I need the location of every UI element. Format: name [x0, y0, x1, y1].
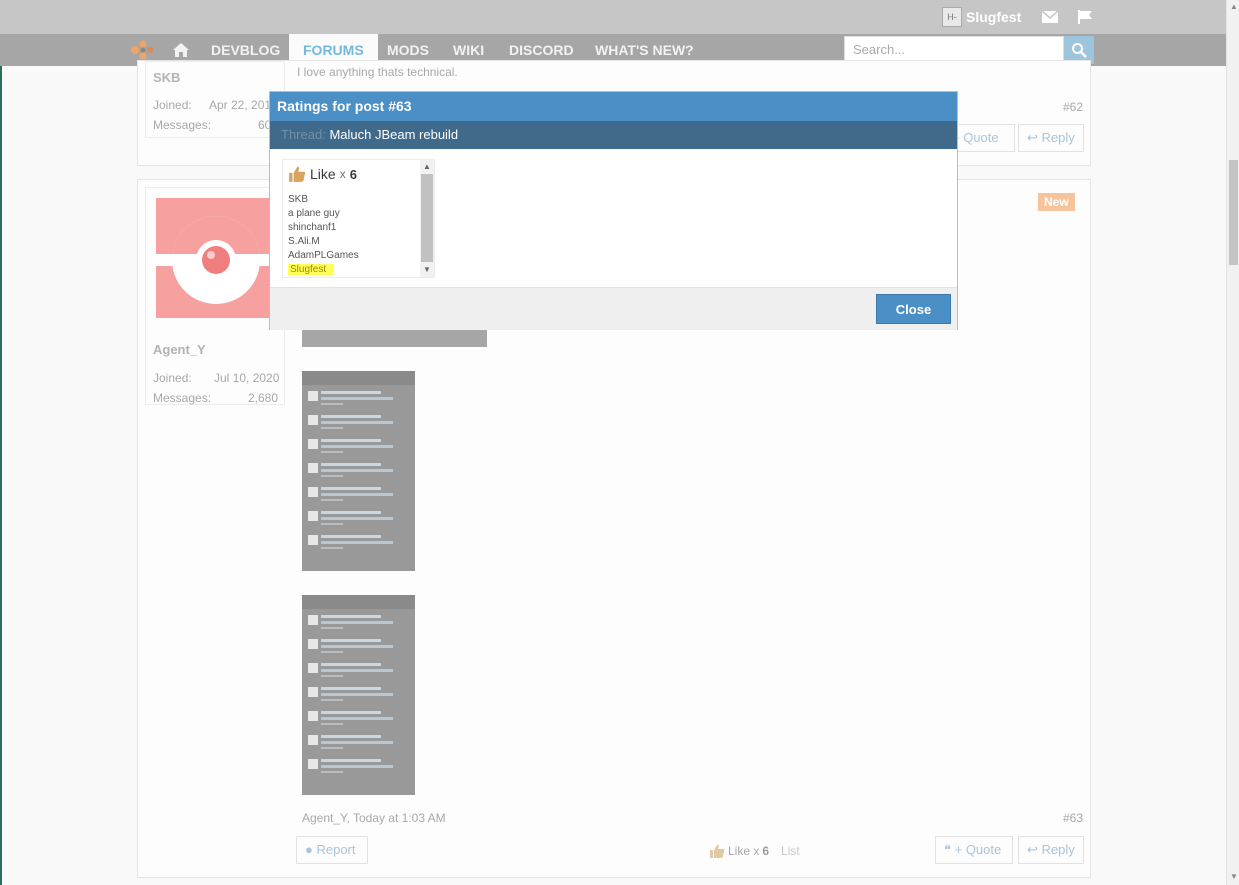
window-edge	[0, 0, 2, 885]
attached-screenshot-2[interactable]	[302, 595, 415, 795]
likes-users: SKB a plane guy shinchanf1 S.Ali.M AdamP…	[288, 193, 359, 277]
messages-label: Messages:	[153, 118, 212, 132]
post-62-number[interactable]: #62	[1063, 100, 1083, 114]
rating-count: 6	[349, 166, 357, 182]
site-logo-icon[interactable]	[130, 40, 154, 60]
reply-label: Reply	[1041, 842, 1075, 857]
user-avatar-pokeball-icon[interactable]	[156, 198, 276, 318]
page-scrollbar[interactable]: ▲ ▼	[1226, 0, 1239, 885]
post-63-number[interactable]: #63	[1063, 811, 1083, 825]
modal-title: Ratings for post #63	[270, 92, 957, 121]
post-62-reply-button[interactable]: ↩ Reply	[1018, 124, 1084, 152]
modal-footer: Close	[270, 287, 957, 330]
user-menu[interactable]: H- Slugfest	[942, 7, 1021, 27]
post-62-userinfo: SKB Joined: Apr 22, 201 Messages: 60	[145, 61, 285, 138]
like-user[interactable]: AdamPLGames	[288, 249, 359, 263]
username: Slugfest	[966, 9, 1022, 25]
user-avatar: H-	[942, 7, 962, 27]
scroll-up-arrow-icon[interactable]: ▲	[1230, 2, 1238, 11]
joined-value: Jul 10, 2020	[214, 371, 280, 385]
rating-x: x	[339, 167, 346, 181]
like-summary[interactable]: Like x 6 List	[709, 844, 800, 858]
post-63-quote-button[interactable]: ❝ + Quote	[935, 836, 1013, 864]
messages-value: 2,680	[248, 391, 279, 405]
like-user-name: Slugfest	[288, 264, 335, 275]
close-button[interactable]: Close	[876, 294, 951, 324]
quote-icon: ❝	[944, 842, 955, 857]
like-label: Like x	[728, 844, 760, 858]
like-user-highlighted[interactable]: Slugfest	[288, 263, 359, 277]
likes-scrollbar[interactable]: ▲ ▼	[420, 160, 434, 277]
rating-name: Like	[310, 166, 336, 182]
likes-scroll-thumb[interactable]	[421, 174, 433, 262]
like-user[interactable]: S.Ali.M	[288, 235, 359, 249]
top-bar: H- Slugfest	[0, 0, 1226, 34]
home-icon[interactable]	[173, 43, 189, 57]
ratings-modal: Ratings for post #63 Thread: Maluch JBea…	[269, 91, 958, 330]
scroll-down-arrow-icon[interactable]: ▼	[423, 265, 431, 274]
modal-thread-bar: Thread: Maluch JBeam rebuild	[270, 121, 957, 149]
joined-label: Joined:	[153, 371, 192, 385]
reply-label: Reply	[1041, 130, 1075, 145]
page-scroll-thumb[interactable]	[1229, 160, 1238, 265]
like-list-link[interactable]: List	[781, 844, 800, 858]
post-62-signature: I love anything thats technical.	[297, 65, 458, 79]
quote-label: + Quote	[954, 842, 1002, 857]
thumbs-up-icon	[710, 844, 725, 858]
post-63-reply-button[interactable]: ↩ Reply	[1018, 836, 1084, 864]
envelope-icon[interactable]	[1042, 10, 1058, 24]
thread-label: Thread:	[281, 127, 326, 142]
joined-label: Joined:	[153, 98, 192, 112]
reply-icon: ↩	[1027, 130, 1042, 145]
scroll-down-arrow-icon[interactable]: ▼	[1230, 872, 1238, 881]
report-button[interactable]: ● Report	[296, 836, 368, 864]
post-63-meta[interactable]: Agent_Y, Today at 1:03 AM	[302, 811, 446, 825]
post-63-userinfo: Agent_Y Joined: Jul 10, 2020 Messages: 2…	[145, 187, 285, 405]
attached-screenshot-1[interactable]	[302, 371, 415, 571]
search-icon	[1072, 43, 1087, 58]
post-63-username[interactable]: Agent_Y	[153, 342, 206, 357]
quote-label: + Quote	[952, 130, 999, 145]
like-count: 6	[762, 844, 770, 858]
scroll-up-arrow-icon[interactable]: ▲	[423, 162, 431, 171]
like-user[interactable]: shinchanf1	[288, 221, 359, 235]
messages-label: Messages:	[153, 391, 212, 405]
flag-icon[interactable]	[1077, 10, 1093, 24]
report-icon: ●	[305, 842, 317, 857]
thumbs-up-icon	[289, 166, 306, 182]
thread-name[interactable]: Maluch JBeam rebuild	[329, 127, 458, 142]
likes-list-box: Like x 6 SKB a plane guy shinchanf1 S.Al…	[282, 159, 435, 278]
post-62-username[interactable]: SKB	[153, 70, 180, 85]
joined-value: Apr 22, 201	[209, 98, 272, 112]
like-user[interactable]: a plane guy	[288, 207, 359, 221]
report-label: Report	[316, 842, 356, 857]
like-user[interactable]: SKB	[288, 193, 359, 207]
new-badge: New	[1038, 193, 1075, 211]
reply-icon: ↩	[1027, 842, 1042, 857]
likes-header: Like x 6	[288, 166, 357, 182]
